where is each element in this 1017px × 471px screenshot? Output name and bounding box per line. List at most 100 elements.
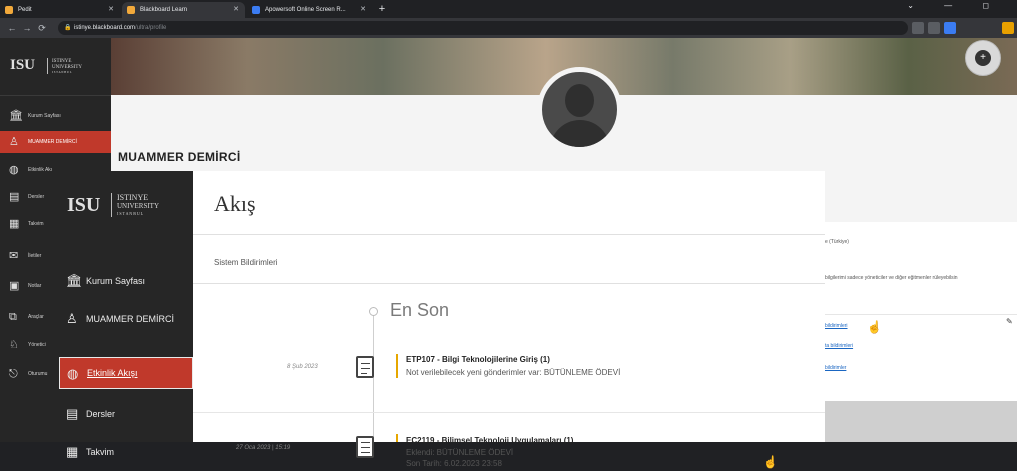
back-icon[interactable]: ←: [6, 21, 18, 35]
sidebar-item-kurum-sayfasi[interactable]: 🏛 Kurum Sayfası: [0, 105, 111, 127]
courses-icon: ▤: [66, 406, 79, 421]
nav-label: Takvim: [86, 447, 115, 457]
extension-icon[interactable]: [944, 22, 956, 34]
notification-link[interactable]: ta bildirimleri: [825, 343, 853, 349]
system-notifications-header[interactable]: Sistem Bildirimleri: [214, 258, 278, 267]
tab-favicon-icon: [252, 6, 260, 14]
feed-item-subtitle: Not verilebilecek yeni gönderimler var: …: [406, 368, 621, 377]
feed-item-subtitle: Eklendi: BÜTÜNLEME ÖDEVİ: [406, 448, 514, 457]
window-controls[interactable]: ⌄ — ◻: [907, 1, 1003, 10]
logo-line3: I S T A N B U L: [52, 70, 72, 74]
overlay-nav-takvim[interactable]: ▦ Takvim: [59, 433, 193, 471]
page-title: Akış: [214, 191, 256, 216]
sidebar-item-label: Yönetici: [28, 342, 46, 348]
logo-abbr: ISU: [10, 57, 36, 73]
courses-icon: ▤: [9, 191, 20, 203]
notification-link[interactable]: bildirimler: [825, 365, 846, 371]
profile-icon[interactable]: [1002, 22, 1014, 34]
forward-icon[interactable]: →: [21, 21, 33, 35]
new-tab-button[interactable]: +: [375, 2, 389, 16]
logo-line3: I S T A N B U L: [117, 211, 144, 216]
logo-abbr: ISU: [67, 194, 101, 216]
tab-title: Blackboard Learn: [140, 7, 188, 13]
sidebar-item-label: Kurum Sayfası: [28, 113, 61, 119]
browser-toolbar: ← → ⟳ 🔒 istinye.blackboard.com/ultra/pro…: [0, 18, 1017, 38]
overlay-nav-dersler[interactable]: ▤ Dersler: [59, 395, 193, 433]
reload-icon[interactable]: ⟳: [36, 21, 48, 35]
avatar-head-shape: [565, 84, 594, 117]
browser-tab-active[interactable]: Blackboard Learn ✕: [122, 2, 245, 18]
sidebar-item-label: Notlar: [28, 283, 42, 289]
calendar-icon: ▦: [66, 444, 79, 459]
close-icon[interactable]: ✕: [233, 2, 239, 18]
record-icon: +: [975, 50, 991, 66]
tools-icon: ⧉: [9, 311, 17, 323]
divider: [193, 283, 825, 284]
signout-icon: ⎋: [9, 368, 18, 380]
avatar[interactable]: [537, 67, 622, 152]
feed-accent-bar: [396, 434, 398, 442]
tab-favicon-icon: [5, 6, 13, 14]
sidebar-item-label: MUAMMER DEMİRCİ: [28, 139, 77, 145]
institution-icon: 🏛: [66, 273, 83, 288]
section-heading-latest: En Son: [390, 300, 450, 320]
calendar-icon: ▦: [9, 218, 20, 230]
tab-title: Apowersoft Online Screen R...: [265, 7, 346, 13]
sidebar-item-label: Etkinlik Akı: [28, 167, 53, 173]
divider: [193, 234, 825, 235]
sidebar-item-label: Dersler: [28, 194, 45, 200]
lock-icon: 🔒: [64, 25, 72, 31]
nav-label: Etkinlik Akışı: [87, 368, 138, 378]
browser-tab[interactable]: Pedit ✕: [0, 2, 120, 18]
university-logo[interactable]: ISU ISTINYE UNIVERSITY I S T A N B U L: [0, 38, 111, 96]
feed-item-title[interactable]: ETP107 - Bilgi Teknolojilerine Giriş (1): [406, 355, 550, 364]
globe-icon: ◍: [67, 366, 79, 381]
close-icon[interactable]: ✕: [108, 2, 114, 18]
logo-line1: ISTINYE: [117, 193, 149, 202]
admin-icon: ♘: [9, 339, 19, 351]
edit-pencil-icon[interactable]: ✎: [1006, 317, 1013, 326]
url-path: /ultra/profile: [135, 25, 167, 31]
timeline-dot: [369, 307, 378, 316]
star-icon[interactable]: [928, 22, 940, 34]
user-icon: ♙: [66, 311, 78, 326]
screen-recorder-button[interactable]: +: [965, 40, 1001, 76]
activity-stream-panel: Akış Sistem Bildirimleri En Son 8 Şub 20…: [193, 171, 825, 469]
institution-icon: 🏛: [9, 110, 23, 122]
feed-item-date: 8 Şub 2023: [287, 364, 318, 370]
share-icon[interactable]: [912, 22, 924, 34]
browser-tab[interactable]: Apowersoft Online Screen R... ✕: [247, 2, 372, 18]
profile-user-name: MUAMMER DEMİRCİ: [118, 150, 241, 164]
sidebar-item-label: Oturumu: [28, 371, 48, 377]
assignment-list-icon: [356, 436, 374, 458]
feed-item-title[interactable]: EC2119 - Bilimsel Teknoloji Uygulamaları…: [406, 436, 573, 445]
grades-icon: ▣: [9, 280, 20, 292]
logo-line2: UNIVERSITY: [117, 202, 159, 210]
overlay-university-logo[interactable]: ISU ISTINYE UNIVERSITY I S T A N B U L: [59, 171, 193, 239]
globe-icon: ◍: [9, 164, 19, 176]
overlay-nav-profile[interactable]: ♙ MUAMMER DEMİRCİ: [59, 300, 193, 338]
overlay-nav-kurum-sayfasi[interactable]: 🏛 Kurum Sayfası: [59, 262, 193, 300]
divider: [193, 412, 825, 413]
feed-item-due-date: Son Tarih: 6.02.2023 23:58: [406, 459, 502, 468]
sidebar-item-label: İletiler: [28, 253, 42, 259]
close-icon[interactable]: ✕: [360, 2, 366, 18]
hand-cursor-icon: ☝: [763, 455, 778, 469]
sidebar-item-profile[interactable]: ♙ MUAMMER DEMİRCİ: [0, 131, 111, 153]
browser-tab-bar: Pedit ✕ Blackboard Learn ✕ Apowersoft On…: [0, 0, 1017, 18]
nav-label: Dersler: [86, 409, 116, 419]
url-host: istinye.blackboard.com: [74, 25, 136, 31]
profile-settings-panel: e (Türkiye) bilgilerimi sadece yöneticil…: [812, 222, 1017, 402]
sidebar-item-label: Takvim: [28, 221, 44, 227]
logo-divider: [47, 58, 48, 74]
address-bar[interactable]: 🔒 istinye.blackboard.com/ultra/profile: [58, 21, 908, 35]
overlay-sidebar: ISU ISTINYE UNIVERSITY I S T A N B U L 🏛…: [59, 171, 193, 459]
sidebar-item-label: Araçlar: [28, 314, 44, 320]
notification-link[interactable]: bildirimleri: [825, 323, 848, 329]
panel-footer-band: [812, 401, 1017, 442]
overlay-nav-etkinlik-akisi[interactable]: ◍ Etkinlik Akışı: [59, 357, 193, 389]
tab-favicon-icon: [127, 6, 135, 14]
blackboard-page: ISU ISTINYE UNIVERSITY I S T A N B U L 🏛…: [0, 38, 1017, 469]
nav-label: Kurum Sayfası: [86, 276, 146, 286]
language-value: e (Türkiye): [825, 239, 849, 245]
